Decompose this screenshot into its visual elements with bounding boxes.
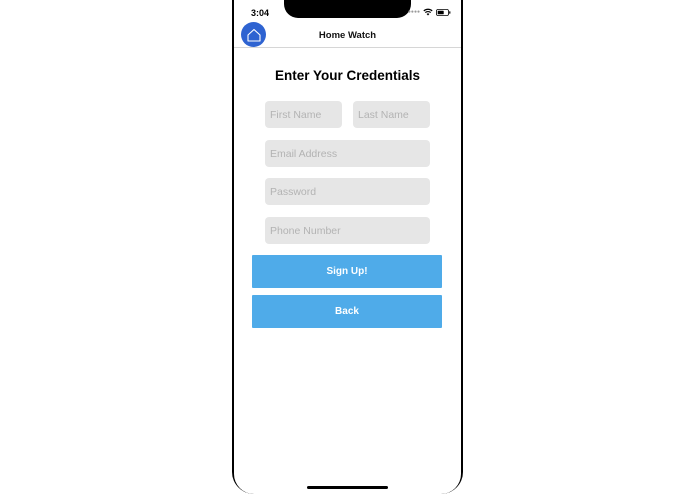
nav-title: Home Watch (318, 30, 377, 41)
phone-screen: 3:04 ●●●● Home Watch Enter Your Credenti… (234, 0, 461, 494)
first-name-field[interactable] (265, 101, 342, 128)
screen: 3:04 ●●●● Home Watch Enter Your Credenti… (0, 0, 695, 494)
battery-icon (436, 8, 451, 16)
phone-number-field[interactable] (265, 217, 430, 244)
status-time: 3:04 (251, 8, 270, 18)
page-heading: Enter Your Credentials (274, 68, 421, 83)
last-name-field[interactable] (353, 101, 430, 128)
back-button[interactable]: Back (252, 295, 442, 328)
cellular-signal-icon: ●●●● (407, 9, 420, 15)
status-icons: ●●●● (408, 8, 451, 16)
sign-up-button[interactable]: Sign Up! (252, 255, 442, 288)
device-notch (284, 0, 411, 18)
password-field[interactable] (265, 178, 430, 205)
navigation-bar: Home Watch (234, 22, 461, 48)
wifi-icon (423, 8, 433, 16)
email-field[interactable] (265, 140, 430, 167)
home-indicator[interactable] (307, 486, 388, 489)
